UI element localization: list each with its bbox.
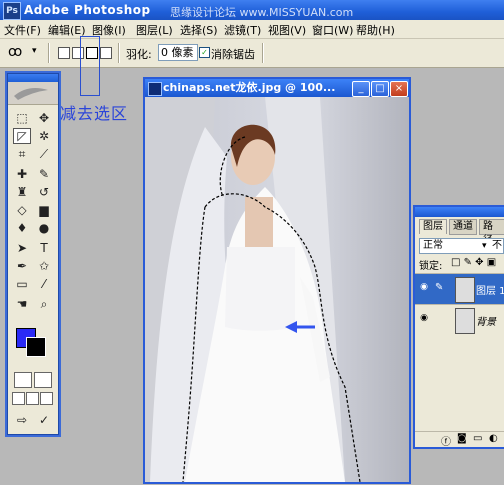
screen-mode-full-button[interactable] — [40, 392, 53, 405]
clone-stamp-icon[interactable]: ♜ — [13, 184, 31, 200]
eyedropper-icon[interactable]: ⁄ — [35, 276, 53, 292]
lock-label: 锁定: — [419, 261, 443, 272]
antialias-checkbox[interactable]: ✓ — [199, 47, 210, 58]
layer-style-icon[interactable]: ⓕ — [441, 433, 451, 448]
blend-mode-select[interactable]: 正常 ▾ 不 — [419, 238, 504, 254]
gradient-tool-icon[interactable]: ▆ — [35, 202, 53, 218]
intersect-selection-button[interactable] — [100, 47, 112, 59]
hand-tool-icon[interactable]: ☚ — [13, 296, 31, 312]
opacity-label: 不 — [492, 240, 502, 251]
background-color-swatch[interactable] — [26, 337, 46, 357]
path-select-icon[interactable]: ➤ — [13, 240, 31, 256]
layer-mask-icon[interactable]: ◙ — [457, 433, 467, 444]
menu-filter[interactable]: 滤镜(T) — [224, 22, 261, 38]
menu-file[interactable]: 文件(F) — [4, 22, 41, 38]
visibility-eye-icon[interactable]: ◉ — [417, 282, 431, 294]
brush-tool-icon[interactable]: ✎ — [35, 166, 53, 182]
menu-select[interactable]: 选择(S) — [180, 22, 218, 38]
document-icon — [148, 82, 162, 96]
layer-name[interactable]: 背景 — [476, 313, 496, 328]
app-titlebar: Ps Adobe Photoshop 思缘设计论坛 www.MISSYUAN.c… — [0, 0, 504, 20]
antialias-label: 消除锯齿 — [211, 48, 255, 61]
lasso-tool-icon[interactable]: ◸ — [13, 128, 31, 144]
type-tool-icon[interactable]: T — [35, 240, 53, 256]
layers-panel: 图层 通道 路径 正常 ▾ 不 锁定: □ ✎ ✥ ▣ ◉ ✎ 图层 1 ◉ 背… — [413, 205, 504, 449]
visibility-eye-icon[interactable]: ◉ — [417, 313, 431, 325]
lasso-tool-preset-icon[interactable]: ꝏ — [8, 44, 22, 60]
layer-set-icon[interactable]: ▭ — [473, 433, 482, 444]
menu-help[interactable]: 帮助(H) — [356, 22, 395, 38]
new-selection-button[interactable] — [58, 47, 70, 59]
blur-tool-icon[interactable]: ♦ — [13, 220, 31, 236]
toolbox: ⬚ ✥ ◸ ✲ ⌗ ⟋ ✚ ✎ ♜ ↺ ◇ ▆ ♦ ● ➤ T ✒ ✩ ▭ ⁄ … — [7, 73, 59, 435]
chevron-down-icon[interactable]: ▾ — [32, 46, 37, 56]
divider — [48, 43, 50, 63]
jump-to-imageready-icon[interactable]: ⇨ — [13, 412, 31, 428]
maximize-button[interactable]: □ — [371, 81, 389, 97]
healing-brush-icon[interactable]: ✚ — [13, 166, 31, 182]
eraser-tool-icon[interactable]: ◇ — [13, 202, 31, 218]
screen-mode-full-menu-button[interactable] — [26, 392, 39, 405]
adjustment-layer-icon[interactable]: ◐ — [489, 433, 498, 444]
layer-thumbnail — [455, 308, 475, 334]
layers-footer-buttons[interactable]: ⓕ ◙ ▭ ◐ — [415, 431, 504, 448]
layer-row-layer1[interactable]: ◉ ✎ 图层 1 — [415, 273, 504, 304]
layer-thumbnail — [455, 277, 475, 303]
chevron-down-icon: ▾ — [482, 241, 487, 251]
menu-bar: 文件(F) 编辑(E) 图像(I) 图层(L) 选择(S) 滤镜(T) 视图(V… — [0, 20, 504, 39]
crop-tool-icon[interactable]: ⌗ — [13, 146, 31, 162]
feather-input[interactable]: 0 像素 — [158, 44, 198, 61]
document-window: chinaps.net龙依.jpg @ 100... _ □ × — [143, 77, 411, 484]
tab-channels[interactable]: 通道 — [449, 219, 477, 235]
feather-label: 羽化: — [126, 48, 152, 61]
tab-paths[interactable]: 路径 — [479, 219, 504, 246]
image-canvas[interactable] — [145, 97, 409, 483]
blend-mode-value: 正常 — [423, 240, 443, 251]
toolbox-titlebar[interactable] — [8, 74, 58, 82]
pen-tool-icon[interactable]: ✒ — [13, 258, 31, 274]
watermark: 思缘设计论坛 www.MISSYUAN.com — [170, 6, 354, 19]
move-tool-icon[interactable]: ✥ — [35, 110, 53, 126]
quick-mask-button[interactable] — [34, 372, 52, 388]
feather-logo-icon[interactable] — [8, 82, 58, 105]
marquee-tool-icon[interactable]: ⬚ — [13, 110, 31, 126]
screen-mode-standard-button[interactable] — [12, 392, 25, 405]
shape-tool-icon[interactable]: ✩ — [35, 258, 53, 274]
annotation-highlight-box — [80, 36, 100, 96]
lock-icons[interactable]: □ ✎ ✥ ▣ — [451, 257, 496, 268]
standard-mode-button[interactable] — [14, 372, 32, 388]
menu-window[interactable]: 窗口(W) — [312, 22, 353, 38]
options-bar: ꝏ ▾ 羽化: 0 像素 ✓ 消除锯齿 — [0, 39, 504, 68]
photoshop-icon: Ps — [3, 2, 21, 20]
zoom-tool-icon[interactable]: ⌕ — [35, 296, 53, 312]
minimize-button[interactable]: _ — [352, 81, 370, 97]
divider — [262, 43, 264, 63]
layer-name[interactable]: 图层 1 — [476, 282, 504, 297]
dodge-tool-icon[interactable]: ● — [35, 220, 53, 236]
history-brush-icon[interactable]: ↺ — [35, 184, 53, 200]
notes-tool-icon[interactable]: ▭ — [13, 276, 31, 292]
layer-row-background[interactable]: ◉ 背景 — [415, 304, 504, 335]
layers-panel-titlebar[interactable] — [415, 207, 504, 217]
annotation-label: 减去选区 — [60, 104, 129, 123]
magic-wand-icon[interactable]: ✲ — [35, 128, 53, 144]
menu-view[interactable]: 视图(V) — [268, 22, 306, 38]
edit-in-imageready-icon[interactable]: ✓ — [35, 412, 53, 428]
close-button[interactable]: × — [390, 81, 408, 97]
divider — [118, 43, 120, 63]
slice-tool-icon[interactable]: ⟋ — [35, 146, 53, 162]
tab-layers[interactable]: 图层 — [419, 219, 447, 234]
app-title: Adobe Photoshop — [24, 3, 151, 17]
brush-link-icon[interactable]: ✎ — [435, 282, 443, 293]
bride-photo — [145, 97, 409, 483]
menu-layer[interactable]: 图层(L) — [136, 22, 173, 38]
